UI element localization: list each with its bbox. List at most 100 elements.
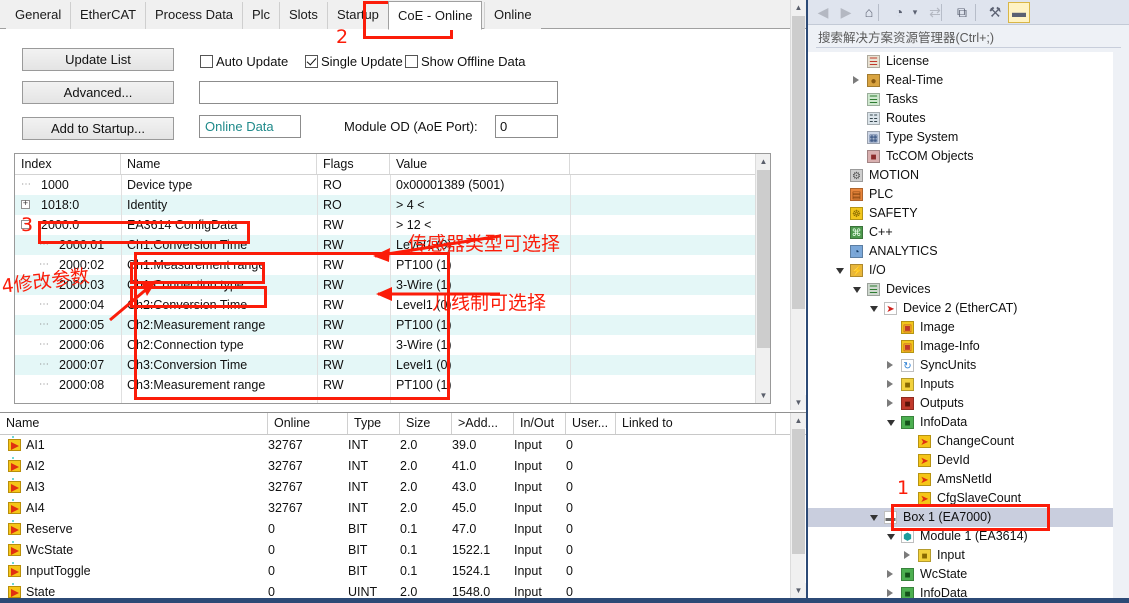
coe-table-row[interactable]: ⋯ 2000:02 Ch1:Measurement range RW PT100 (1) bbox=[15, 255, 770, 275]
tab-process-data[interactable]: Process Data bbox=[145, 2, 243, 29]
coe-table-row[interactable]: ⋯ 2000:08 Ch3:Measurement range RW PT100 (1) bbox=[15, 375, 770, 395]
lower-scroll-down-icon[interactable]: ▼ bbox=[791, 583, 806, 598]
lower-panel-scrollbar[interactable]: ▲ ▼ bbox=[790, 413, 806, 598]
var-col-header-user[interactable]: User... bbox=[566, 413, 616, 434]
coe-col-header-name[interactable]: Name bbox=[121, 154, 317, 174]
var-table-row[interactable]: InputToggle 0 BIT 0.1 1524.1 Input 0 bbox=[0, 561, 806, 582]
tree-item-infodata[interactable]: ■ InfoData bbox=[808, 413, 1113, 432]
tab-plc[interactable]: Plc bbox=[242, 2, 280, 29]
tree-expanded-arrow-icon[interactable] bbox=[836, 268, 844, 274]
tree-item-license[interactable]: ☰ License bbox=[808, 52, 1113, 71]
tree-collapsed-arrow-icon[interactable] bbox=[887, 399, 893, 407]
show-offline-data-checkbox[interactable]: Show Offline Data bbox=[405, 54, 526, 69]
tree-expanded-arrow-icon[interactable] bbox=[870, 515, 878, 521]
collapse-all-icon[interactable]: ⧉ bbox=[951, 2, 973, 23]
lower-scroll-thumb[interactable] bbox=[792, 429, 805, 554]
coe-table-row[interactable]: ⋯ 2000:04 Ch2:Conversion Time RW Level1 (0) bbox=[15, 295, 770, 315]
tree-item-syncunits[interactable]: ↻ SyncUnits bbox=[808, 356, 1113, 375]
var-col-header-size[interactable]: Size bbox=[400, 413, 452, 434]
auto-update-box[interactable] bbox=[200, 55, 213, 68]
tree-item-cfgslavecount[interactable]: ➤ CfgSlaveCount bbox=[808, 489, 1113, 508]
tree-item-changecount[interactable]: ➤ ChangeCount bbox=[808, 432, 1113, 451]
tree-item-motion[interactable]: ⚙ MOTION bbox=[808, 166, 1113, 185]
tree-item-amsnetid[interactable]: ➤ AmsNetId bbox=[808, 470, 1113, 489]
var-table-row[interactable]: State 0 UINT 2.0 1548.0 Input 0 bbox=[0, 582, 806, 598]
var-table-row[interactable]: Reserve 0 BIT 0.1 47.0 Input 0 bbox=[0, 519, 806, 540]
coe-scroll-thumb[interactable] bbox=[757, 170, 770, 348]
single-update-checkbox[interactable]: Single Update bbox=[305, 54, 403, 69]
tab-slots[interactable]: Slots bbox=[279, 2, 327, 29]
var-col-header-linked[interactable]: Linked to bbox=[616, 413, 776, 434]
var-table-row[interactable]: AI1 32767 INT 2.0 39.0 Input 0 bbox=[0, 435, 806, 456]
lower-scroll-up-icon[interactable]: ▲ bbox=[791, 413, 806, 428]
home-icon[interactable]: ⌂ bbox=[858, 2, 880, 23]
tree-collapsed-arrow-icon[interactable] bbox=[887, 570, 893, 578]
upper-scroll-down-icon[interactable]: ▼ bbox=[791, 395, 806, 410]
process-variable-grid[interactable]: Name Online Type Size >Add... In/Out User... Li… bbox=[0, 412, 806, 598]
tree-collapsed-arrow-icon[interactable] bbox=[887, 589, 893, 597]
tree-expanded-arrow-icon[interactable] bbox=[853, 287, 861, 293]
var-col-header-name[interactable]: Name bbox=[0, 413, 268, 434]
upper-panel-scrollbar[interactable]: ▲ ▼ bbox=[790, 0, 806, 410]
tab-coe-online[interactable]: CoE - Online bbox=[388, 1, 483, 30]
pending-changes-icon[interactable]: ◔ bbox=[888, 2, 910, 23]
tree-item-analytics[interactable]: ◔ ANALYTICS bbox=[808, 242, 1113, 261]
tree-collapsed-arrow-icon[interactable] bbox=[904, 551, 910, 559]
tree-item-devices[interactable]: ☰ Devices bbox=[808, 280, 1113, 299]
tree-item-tasks[interactable]: ☰ Tasks bbox=[808, 90, 1113, 109]
tree-collapsed-arrow-icon[interactable] bbox=[853, 76, 859, 84]
tree-item-input[interactable]: ■ Input bbox=[808, 546, 1113, 565]
tree-item-c[interactable]: ⌘ C++ bbox=[808, 223, 1113, 242]
solution-explorer-search[interactable]: 搜索解决方案资源管理器(Ctrl+;) bbox=[816, 28, 1121, 48]
preview-icon[interactable]: ▬ bbox=[1008, 2, 1030, 23]
coe-table-row[interactable]: ⋯ 2000:07 Ch3:Conversion Time RW Level1 (0) bbox=[15, 355, 770, 375]
collapse-icon[interactable]: - bbox=[21, 220, 30, 229]
tree-item-type-system[interactable]: ▦ Type System bbox=[808, 128, 1113, 147]
tree-collapsed-arrow-icon[interactable] bbox=[887, 380, 893, 388]
module-od-input[interactable]: 0 bbox=[495, 115, 558, 138]
show-offline-data-box[interactable] bbox=[405, 55, 418, 68]
single-update-box[interactable] bbox=[305, 55, 318, 68]
advanced-button[interactable]: Advanced... bbox=[22, 81, 174, 104]
add-to-startup-button[interactable]: Add to Startup... bbox=[22, 117, 174, 140]
expand-icon[interactable]: + bbox=[21, 200, 30, 209]
tree-item-wcstate[interactable]: ■ WcState bbox=[808, 565, 1113, 584]
coe-table-row[interactable]: +1018:0 Identity RO > 4 < bbox=[15, 195, 770, 215]
filter-input[interactable] bbox=[199, 81, 558, 104]
tab-ethercat[interactable]: EtherCAT bbox=[70, 2, 146, 29]
var-table-row[interactable]: AI3 32767 INT 2.0 43.0 Input 0 bbox=[0, 477, 806, 498]
tree-item-device-2-ethercat[interactable]: ➤ Device 2 (EtherCAT) bbox=[808, 299, 1113, 318]
coe-col-header-flags[interactable]: Flags bbox=[317, 154, 390, 174]
tree-item-box-1-ea7000[interactable]: ▬ Box 1 (EA7000) bbox=[808, 508, 1113, 527]
coe-grid-scrollbar[interactable]: ▲ ▼ bbox=[755, 154, 770, 403]
tree-item-tccom-objects[interactable]: ■ TcCOM Objects bbox=[808, 147, 1113, 166]
coe-col-header-index[interactable]: Index bbox=[15, 154, 121, 174]
var-table-row[interactable]: WcState 0 BIT 0.1 1522.1 Input 0 bbox=[0, 540, 806, 561]
coe-col-header-value[interactable]: Value bbox=[390, 154, 570, 174]
update-list-button[interactable]: Update List bbox=[22, 48, 174, 71]
tree-expanded-arrow-icon[interactable] bbox=[887, 420, 895, 426]
upper-scroll-thumb[interactable] bbox=[792, 16, 805, 309]
coe-table-row[interactable]: ⋯ 2000:01 Ch1:Conversion Time RW Level1 (0) bbox=[15, 235, 770, 255]
tree-item-inputs[interactable]: ■ Inputs bbox=[808, 375, 1113, 394]
var-col-header-type[interactable]: Type bbox=[348, 413, 400, 434]
coe-object-dictionary-grid[interactable]: Index Name Flags Value ⋯ 1000 Device type RO 0x… bbox=[14, 153, 771, 404]
upper-scroll-up-icon[interactable]: ▲ bbox=[791, 0, 806, 15]
tab-online[interactable]: Online bbox=[484, 2, 541, 29]
var-table-row[interactable]: AI4 32767 INT 2.0 45.0 Input 0 bbox=[0, 498, 806, 519]
var-col-header-addr[interactable]: >Add... bbox=[452, 413, 514, 434]
tree-collapsed-arrow-icon[interactable] bbox=[887, 361, 893, 369]
tree-item-safety[interactable]: ☸ SAFETY bbox=[808, 204, 1113, 223]
tab-startup[interactable]: Startup bbox=[327, 2, 388, 29]
coe-scroll-down-icon[interactable]: ▼ bbox=[756, 388, 770, 403]
coe-grid-body[interactable]: ⋯ 1000 Device type RO 0x00001389 (5001) +1018… bbox=[15, 175, 770, 395]
coe-scroll-up-icon[interactable]: ▲ bbox=[756, 154, 770, 169]
tree-item-plc[interactable]: ▤ PLC bbox=[808, 185, 1113, 204]
var-grid-body[interactable]: AI1 32767 INT 2.0 39.0 Input 0 AI2 32767 INT 2.0 41… bbox=[0, 435, 806, 598]
tree-item-routes[interactable]: ☷ Routes bbox=[808, 109, 1113, 128]
var-table-row[interactable]: AI2 32767 INT 2.0 41.0 Input 0 bbox=[0, 456, 806, 477]
chevron-down-icon[interactable]: ▾ bbox=[909, 2, 921, 23]
var-col-header-inout[interactable]: In/Out bbox=[514, 413, 566, 434]
tree-item-outputs[interactable]: ■ Outputs bbox=[808, 394, 1113, 413]
tree-item-module-1-ea3614[interactable]: ⬢ Module 1 (EA3614) bbox=[808, 527, 1113, 546]
